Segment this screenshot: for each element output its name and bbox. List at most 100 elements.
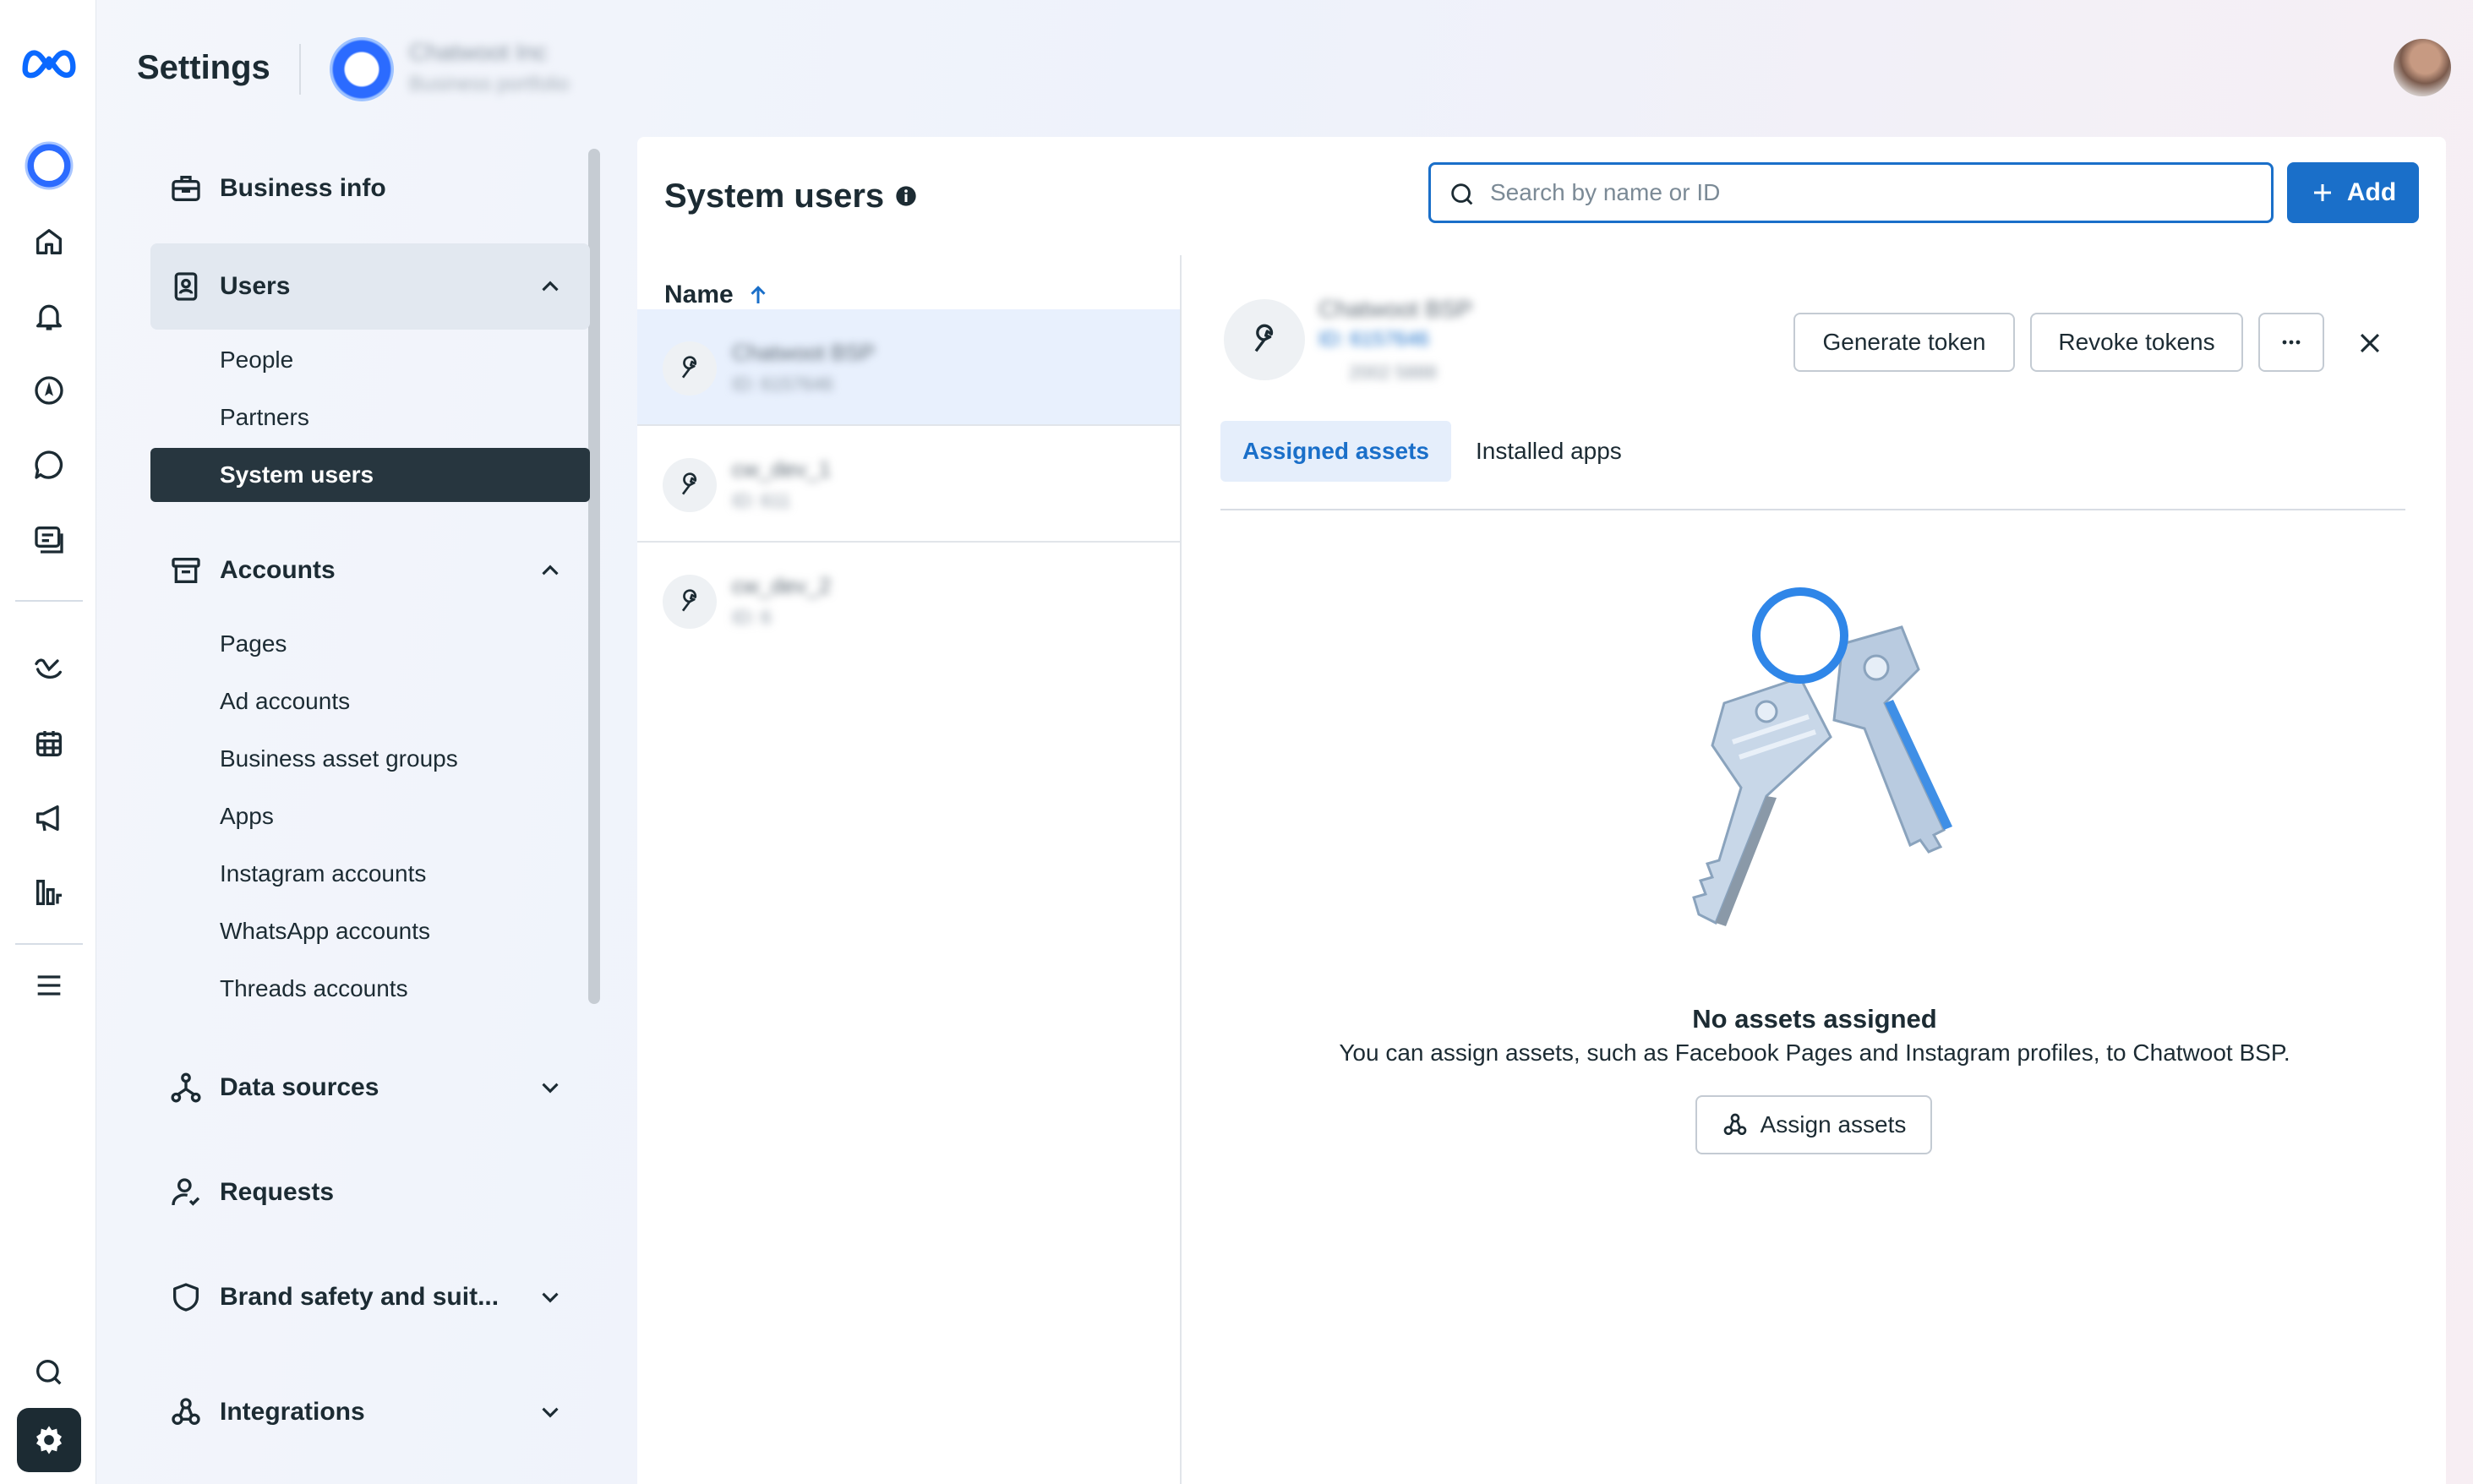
nav-label: Threads accounts	[220, 975, 408, 1001]
nav-item-partners[interactable]: Partners	[150, 390, 590, 445]
tab-installed-apps[interactable]: Installed apps	[1454, 421, 1644, 482]
list-item[interactable]: cw_dev_2 ID: 6	[637, 543, 1180, 659]
nav-integrations[interactable]: Integrations	[150, 1369, 590, 1455]
empty-state-description: You can assign assets, such as Facebook …	[1339, 1039, 2290, 1066]
nav-label: Business asset groups	[220, 745, 458, 772]
name-column-header[interactable]: Name	[664, 281, 771, 309]
chevron-down-icon[interactable]	[536, 1283, 565, 1312]
add-button-label: Add	[2346, 178, 2397, 206]
list-item[interactable]: Chatwoot BSP ID: 6157646	[637, 309, 1180, 426]
tab-divider	[1220, 509, 2405, 510]
chat-icon[interactable]	[17, 433, 81, 497]
nav-label: System users	[220, 461, 374, 488]
nav-accounts[interactable]: Accounts	[150, 527, 590, 614]
row-id: ID: 6	[732, 607, 772, 628]
id-badge-icon	[174, 272, 198, 301]
row-name: Chatwoot BSP	[732, 340, 876, 365]
sort-up-arrow-icon	[751, 286, 766, 303]
nodes-icon	[171, 1072, 201, 1103]
wrench-icon	[663, 575, 717, 629]
home-icon[interactable]	[17, 210, 81, 274]
nav-item-ad-accounts[interactable]: Ad accounts	[150, 674, 590, 728]
nav-data-sources[interactable]: Data sources	[150, 1045, 590, 1131]
more-options-button[interactable]	[2258, 313, 2324, 372]
megaphone-icon[interactable]	[17, 786, 81, 850]
detail-meta: 2002 5888	[1349, 362, 1437, 383]
close-button[interactable]	[2353, 326, 2387, 360]
empty-state-title: No assets assigned	[1692, 1004, 1937, 1034]
bell-icon[interactable]	[17, 284, 81, 348]
settings-nav: Business info Users People Partners Syst…	[149, 145, 605, 1484]
nav-label: WhatsApp accounts	[220, 918, 431, 944]
chevron-down-icon[interactable]	[536, 1398, 565, 1427]
nav-label: Integrations	[220, 1398, 365, 1426]
detail-id[interactable]: ID: 6157646	[1318, 328, 1429, 352]
row-id: ID: 611	[732, 490, 791, 511]
system-users-list: Name Chatwoot BSP ID: 6157646 cw_dev_1 I…	[637, 255, 1182, 1484]
portfolio-subtitle: Business portfolio	[409, 73, 570, 95]
portfolio-icon[interactable]	[17, 134, 81, 198]
avatar[interactable]	[2394, 39, 2451, 96]
gear-icon[interactable]	[17, 1408, 81, 1472]
planner-icon[interactable]	[17, 637, 81, 701]
plus-icon	[2313, 184, 2331, 201]
nav-item-pages[interactable]: Pages	[150, 617, 590, 671]
section-title: System users	[664, 177, 885, 215]
revoke-tokens-button[interactable]: Revoke tokens	[2030, 313, 2243, 372]
row-name: cw_dev_2	[732, 573, 832, 598]
person-request-icon	[172, 1178, 200, 1206]
menu-icon[interactable]	[17, 953, 81, 1018]
wrench-icon	[1224, 299, 1305, 380]
shield-icon	[173, 1283, 199, 1312]
nav-item-threads-accounts[interactable]: Threads accounts	[150, 962, 590, 1016]
search-input[interactable]	[1490, 172, 2251, 214]
nav-users[interactable]: Users	[150, 243, 590, 330]
ellipsis-icon	[2282, 340, 2301, 345]
content-icon[interactable]	[17, 507, 81, 571]
search-icon	[1451, 183, 1473, 205]
nav-label: Brand safety and suit...	[220, 1283, 500, 1311]
integrations-icon	[172, 1398, 200, 1425]
nav-brand-safety[interactable]: Brand safety and suit...	[150, 1254, 590, 1340]
chevron-up-icon[interactable]	[536, 272, 565, 301]
calendar-icon[interactable]	[17, 712, 81, 776]
tab-assigned-assets[interactable]: Assigned assets	[1220, 421, 1451, 482]
generate-token-button[interactable]: Generate token	[1793, 313, 2015, 372]
page-title: Settings	[137, 49, 270, 86]
search-box[interactable]	[1428, 162, 2274, 223]
nav-item-system-users[interactable]: System users	[150, 448, 590, 502]
wrench-icon	[663, 341, 717, 396]
nav-item-people[interactable]: People	[150, 333, 590, 387]
nav-business-info[interactable]: Business info	[150, 145, 590, 232]
nav-item-business-asset-groups[interactable]: Business asset groups	[150, 732, 590, 786]
keys-illustration	[1692, 587, 1952, 926]
row-id: ID: 6157646	[732, 374, 833, 395]
nav-label: Apps	[220, 803, 274, 829]
portfolio-logo[interactable]	[330, 37, 394, 101]
add-button[interactable]: Add	[2287, 162, 2419, 223]
nav-item-whatsapp-accounts[interactable]: WhatsApp accounts	[150, 904, 590, 958]
compass-icon[interactable]	[17, 358, 81, 423]
archive-icon	[172, 558, 200, 583]
nav-item-apps[interactable]: Apps	[150, 789, 590, 843]
nav-scrollbar[interactable]	[588, 149, 600, 1004]
chevron-up-icon[interactable]	[536, 556, 565, 585]
chevron-down-icon[interactable]	[536, 1073, 565, 1102]
rail-divider	[15, 600, 83, 602]
nav-item-instagram-accounts[interactable]: Instagram accounts	[150, 847, 590, 901]
info-icon[interactable]	[894, 184, 918, 208]
system-user-detail: Chatwoot BSP ID: 6157646 2002 5888 Gener…	[1183, 255, 2446, 1484]
search-icon[interactable]	[17, 1340, 81, 1405]
list-item[interactable]: cw_dev_1 ID: 611	[637, 426, 1180, 543]
nav-requests[interactable]: Requests	[150, 1149, 590, 1236]
portfolio-name[interactable]: Chatwoot Inc	[409, 39, 547, 66]
title-divider	[299, 44, 301, 95]
rail-divider	[15, 943, 83, 945]
insights-icon[interactable]	[17, 860, 81, 925]
nav-label: Business info	[220, 174, 386, 202]
meta-logo-icon[interactable]	[17, 30, 81, 95]
assign-assets-label: Assign assets	[1760, 1111, 1907, 1138]
assign-assets-button[interactable]: Assign assets	[1695, 1095, 1932, 1154]
detail-name: Chatwoot BSP	[1318, 296, 1473, 322]
nav-label: Partners	[220, 404, 309, 430]
